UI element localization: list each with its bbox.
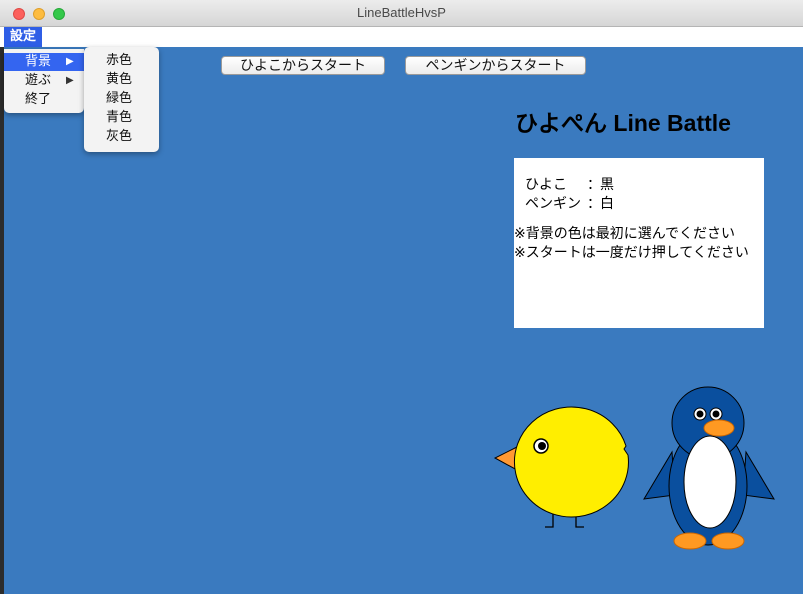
characters-canvas: [493, 386, 775, 550]
penguin-left-foot: [673, 532, 707, 550]
chick-pupil: [538, 442, 546, 450]
penguin-illustration: [643, 386, 775, 550]
penguin-left-pupil: [696, 410, 704, 418]
chick-illustration: [493, 406, 629, 528]
penguin-belly: [683, 435, 737, 529]
chick-body: [513, 406, 629, 518]
penguin-right-foot: [711, 532, 745, 550]
penguin-beak: [703, 419, 735, 437]
penguin-right-flipper: [742, 450, 775, 500]
chick-beak: [493, 446, 518, 471]
penguin-right-pupil: [712, 410, 720, 418]
